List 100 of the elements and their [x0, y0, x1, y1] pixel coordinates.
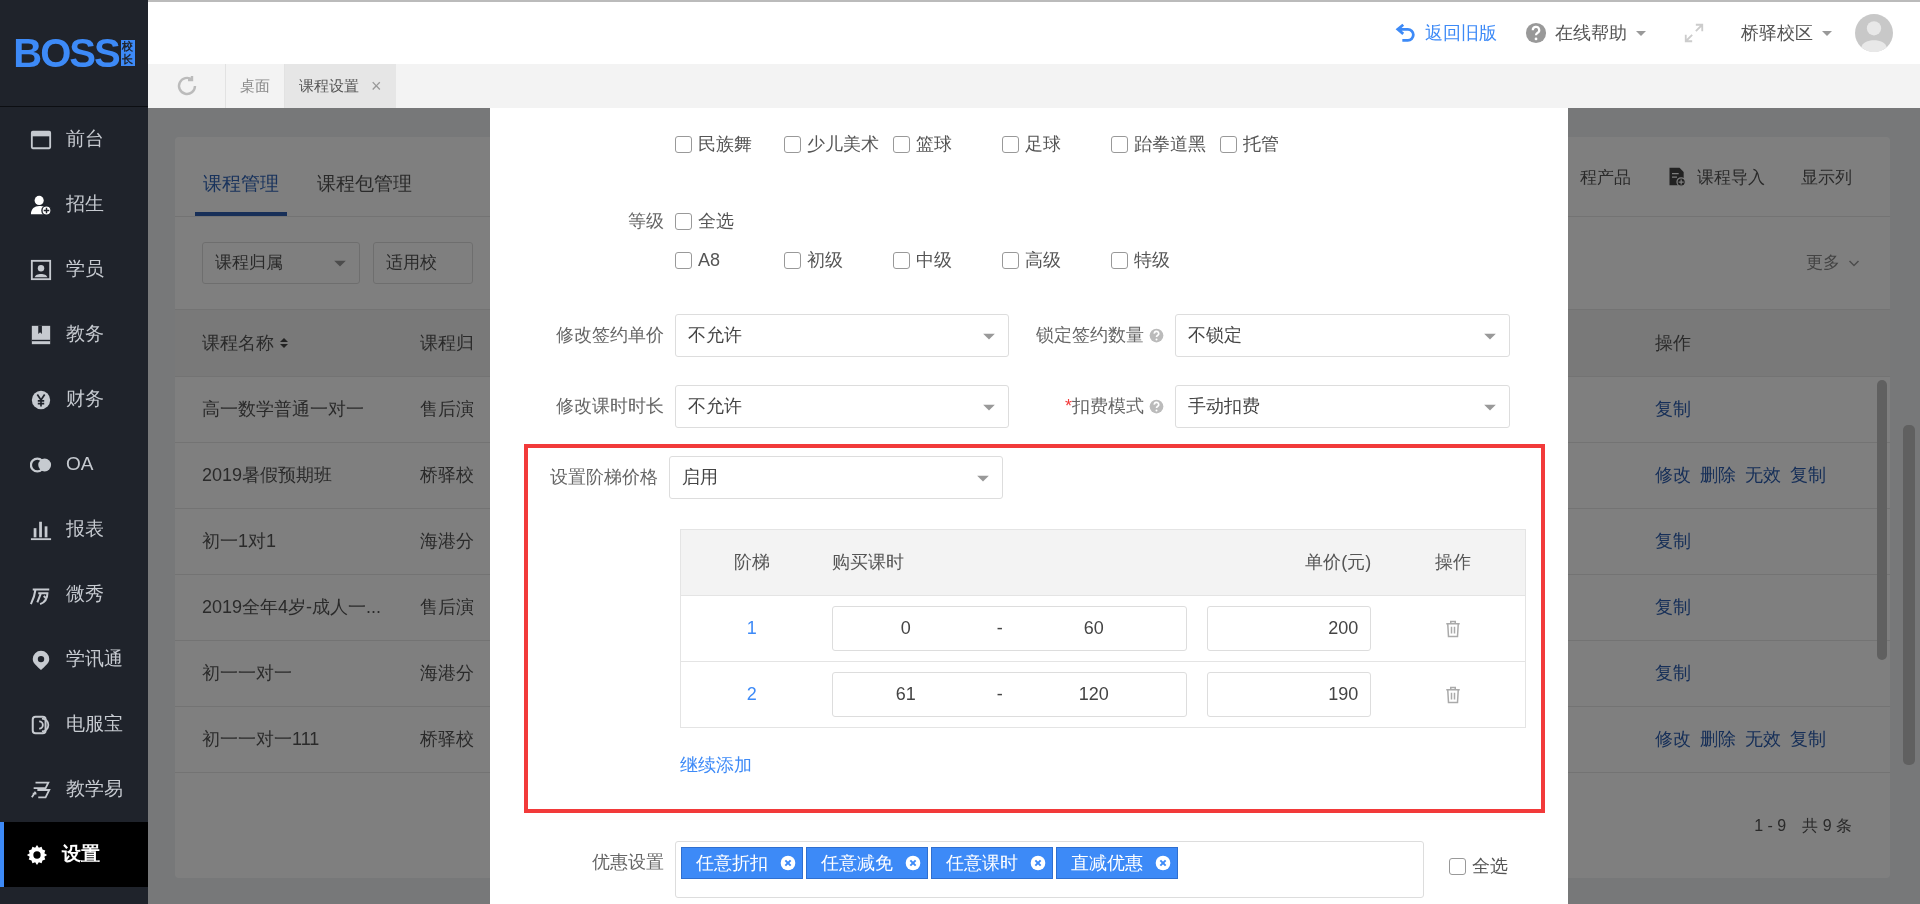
checkbox-label: 全选 — [698, 210, 734, 233]
remove-icon[interactable] — [1155, 855, 1171, 871]
toolbar-button[interactable]: 显示列 — [1801, 164, 1852, 190]
select-field[interactable]: 手动扣费 — [1175, 385, 1510, 428]
checkbox[interactable] — [1002, 136, 1019, 153]
action-link[interactable]: 修改 — [1655, 726, 1691, 753]
checkbox[interactable] — [1220, 136, 1237, 153]
action-link[interactable]: 无效 — [1745, 462, 1781, 489]
sidebar-item[interactable]: 报表 — [0, 497, 148, 562]
tier-number: 2 — [746, 684, 757, 704]
table-cell: 高一数学普通一对一 — [202, 399, 364, 419]
field-label: 锁定签约数量 — [1036, 324, 1144, 347]
checkbox-label: 跆拳道黑 — [1134, 133, 1206, 156]
tab[interactable]: 课程包管理 — [309, 169, 420, 216]
hours-range-field[interactable]: 61 - 120 — [831, 672, 1187, 717]
help-menu[interactable]: 在线帮助 — [1525, 19, 1647, 47]
action-link[interactable]: 无效 — [1745, 726, 1781, 753]
select-field[interactable]: 启用 — [669, 456, 1003, 499]
close-button[interactable]: × — [371, 72, 382, 100]
discount-tag[interactable]: 直减优惠 — [1056, 847, 1178, 879]
filter-select[interactable]: 适用校 — [373, 242, 473, 284]
action-link[interactable]: 复制 — [1655, 660, 1691, 687]
column-header: 操作 — [1435, 551, 1472, 574]
checkbox-label: A8 — [698, 249, 721, 272]
checkbox[interactable] — [1449, 858, 1466, 875]
undo-icon — [1395, 22, 1417, 44]
checkbox[interactable] — [893, 136, 910, 153]
toolbar-button[interactable]: 程产品 — [1580, 164, 1631, 190]
price-field[interactable]: 200 — [1206, 606, 1372, 651]
table-cell: 初一一对一 — [202, 663, 292, 683]
action-link[interactable]: 复制 — [1655, 594, 1691, 621]
remove-icon[interactable] — [780, 855, 796, 871]
checkbox[interactable] — [893, 252, 910, 269]
sidebar-item[interactable]: 设置 — [0, 822, 148, 887]
remove-icon[interactable] — [1030, 855, 1046, 871]
table-cell: 海港分 — [420, 663, 474, 683]
logo-text: BOSS — [13, 33, 119, 73]
action-link[interactable]: 删除 — [1700, 726, 1736, 753]
trash-icon[interactable] — [1444, 619, 1463, 638]
remove-icon[interactable] — [905, 855, 921, 871]
logo-badge: 校长 — [120, 40, 135, 66]
scrollbar[interactable] — [1877, 380, 1887, 660]
column-header: 单价(元) — [1305, 552, 1372, 572]
sort-icon[interactable] — [278, 335, 290, 351]
checkbox[interactable] — [675, 136, 692, 153]
help-icon[interactable] — [1149, 328, 1164, 343]
sidebar-item[interactable]: OA — [0, 432, 148, 497]
field-label: 修改签约单价 — [556, 325, 664, 345]
tag-input-field[interactable]: 任意折扣 任意减免 任意课时 直减优惠 — [675, 841, 1424, 898]
action-link[interactable]: 复制 — [1790, 726, 1826, 753]
sidebar-item[interactable]: 教学易 — [0, 757, 148, 822]
column-header: 课程名称 — [202, 331, 274, 355]
checkbox[interactable] — [784, 252, 801, 269]
campus-menu[interactable]: 桥驿校区 — [1741, 19, 1833, 47]
checkbox[interactable] — [675, 252, 692, 269]
price-field[interactable]: 190 — [1206, 672, 1372, 717]
checkbox-label: 少儿美术 — [807, 133, 879, 156]
checkbox[interactable] — [784, 136, 801, 153]
settings-icon — [26, 843, 48, 866]
table-cell: 2019全年4岁-成人一... — [202, 597, 382, 617]
avatar[interactable] — [1855, 14, 1893, 52]
more-button[interactable]: 更多 — [1806, 250, 1860, 276]
select-field[interactable]: 不允许 — [675, 385, 1009, 428]
toolbar-button[interactable]: 课程导入 — [1667, 164, 1765, 190]
sidebar-item[interactable]: 财务 — [0, 367, 148, 432]
scrollbar[interactable] — [1903, 425, 1915, 765]
discount-tag[interactable]: 任意折扣 — [681, 847, 803, 879]
user-add-icon — [30, 193, 52, 216]
filter-select[interactable]: 课程归属 — [202, 242, 360, 284]
pagination-total: 共 9 条 — [1802, 815, 1852, 836]
action-link[interactable]: 修改 — [1655, 462, 1691, 489]
page-tab[interactable]: 课程设置 × — [284, 64, 396, 108]
checkbox-label: 托管 — [1243, 133, 1279, 156]
select-field[interactable]: 不锁定 — [1175, 314, 1510, 357]
checkbox-label: 特级 — [1134, 249, 1170, 272]
action-link[interactable]: 复制 — [1790, 462, 1826, 489]
sidebar-item[interactable]: 招生 — [0, 172, 148, 237]
checkbox[interactable] — [1002, 252, 1019, 269]
add-link[interactable]: 继续添加 — [680, 752, 752, 779]
action-link[interactable]: 复制 — [1655, 528, 1691, 555]
discount-tag[interactable]: 任意课时 — [931, 847, 1053, 879]
expand-icon[interactable] — [1683, 22, 1705, 44]
discount-tag[interactable]: 任意减免 — [806, 847, 928, 879]
help-icon[interactable] — [1149, 399, 1164, 414]
sidebar-item[interactable]: 电服宝 — [0, 692, 148, 757]
checkbox[interactable] — [675, 213, 692, 230]
sidebar-item[interactable]: 教务 — [0, 302, 148, 367]
action-link[interactable]: 复制 — [1655, 396, 1691, 423]
sidebar-item[interactable]: 学员 — [0, 237, 148, 302]
trash-icon[interactable] — [1444, 685, 1463, 704]
hours-range-field[interactable]: 0 - 60 — [831, 606, 1187, 651]
tab[interactable]: 课程管理 — [195, 169, 287, 216]
checkbox[interactable] — [1111, 136, 1128, 153]
select-field[interactable]: 不允许 — [675, 314, 1009, 357]
sidebar-item[interactable]: 微秀 — [0, 562, 148, 627]
sidebar-item[interactable]: 前台 — [0, 107, 148, 172]
checkbox[interactable] — [1111, 252, 1128, 269]
back-link[interactable]: 返回旧版 — [1395, 19, 1497, 47]
sidebar-item[interactable]: 学讯通 — [0, 627, 148, 692]
action-link[interactable]: 删除 — [1700, 462, 1736, 489]
